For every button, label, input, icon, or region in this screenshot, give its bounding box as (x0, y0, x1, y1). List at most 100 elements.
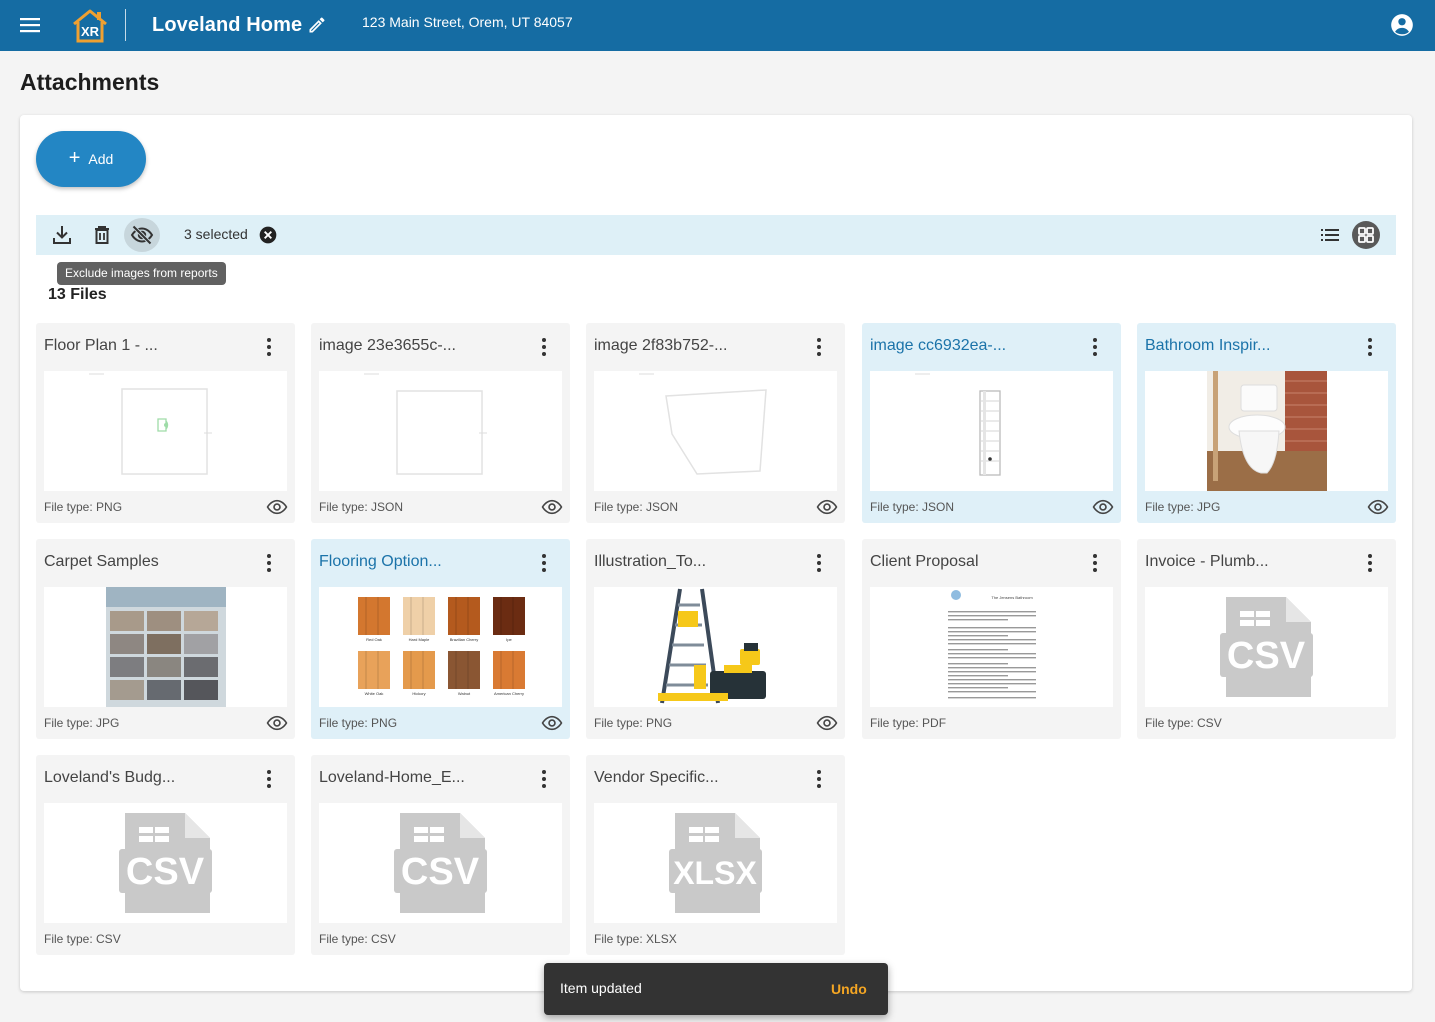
file-tile[interactable]: Client Proposal The Jensens Bathroom Fil… (862, 539, 1121, 739)
flooring-samples-thumbnail: Red Oak Hard Maple Brazilian Cherry Ipe … (358, 597, 525, 696)
file-thumbnail[interactable] (594, 371, 837, 491)
file-tile[interactable]: Loveland-Home_E... CSV File type: CSV (311, 755, 570, 955)
edit-icon[interactable] (307, 15, 327, 35)
more-vert-icon[interactable] (1083, 335, 1107, 359)
file-tile[interactable]: Floor Plan 1 - ... File type: PNG (36, 323, 295, 523)
file-thumbnail[interactable]: The Jensens Bathroom (870, 587, 1113, 707)
snackbar: Item updated Undo (544, 963, 888, 1015)
room-scan-thumbnail (915, 373, 1001, 476)
file-type-icon: CSV (1220, 597, 1313, 697)
file-type-text: File type: PNG (594, 716, 673, 730)
file-name[interactable]: Floor Plan 1 - ... (44, 337, 158, 355)
file-tile[interactable]: Invoice - Plumb... CSV File type: CSV (1137, 539, 1396, 739)
file-thumbnail[interactable]: XLSX (594, 803, 837, 923)
file-tile[interactable]: Carpet Samples File type: JPG (36, 539, 295, 739)
more-vert-icon[interactable] (257, 335, 281, 359)
eye-icon[interactable] (541, 498, 563, 516)
file-name[interactable]: Flooring Option... (319, 553, 442, 571)
more-vert-icon[interactable] (257, 551, 281, 575)
wood-sample-label: Hickory (412, 691, 425, 696)
eye-off-icon[interactable] (130, 223, 154, 247)
wood-sample-label: Walnut (458, 691, 471, 696)
file-type-text: File type: XLSX (594, 932, 677, 946)
file-type-label: CSV (1227, 635, 1306, 677)
file-count: 13 Files (48, 286, 107, 303)
eye-icon[interactable] (266, 498, 288, 516)
selection-toolbar: 3 selected (36, 215, 1396, 255)
file-tile[interactable]: image 2f83b752-... File type: JSON (586, 323, 845, 523)
more-vert-icon[interactable] (532, 335, 556, 359)
plus-icon: + (68, 147, 81, 169)
eye-icon[interactable] (266, 714, 288, 732)
file-thumbnail[interactable]: Red Oak Hard Maple Brazilian Cherry Ipe … (319, 587, 562, 707)
selection-count: 3 selected (184, 226, 248, 242)
file-thumbnail[interactable]: CSV (44, 803, 287, 923)
top-app-bar: XR Loveland Home 123 Main Street, Orem, … (0, 0, 1435, 51)
file-thumbnail[interactable] (1145, 371, 1388, 491)
file-tile[interactable]: Illustration_To... File type: PNG (586, 539, 845, 739)
file-name[interactable]: image 23e3655c-... (319, 337, 456, 355)
file-type-text: File type: JSON (594, 500, 679, 514)
file-type-icon: CSV (394, 813, 487, 913)
file-name[interactable]: Carpet Samples (44, 553, 159, 571)
file-thumbnail[interactable] (44, 587, 287, 707)
file-type-icon: CSV (119, 813, 212, 913)
project-address: 123 Main Street, Orem, UT 84057 (362, 14, 573, 30)
more-vert-icon[interactable] (532, 767, 556, 791)
grid-view-button[interactable] (1352, 221, 1380, 249)
list-view-icon[interactable] (1318, 223, 1342, 247)
file-thumbnail[interactable]: CSV (1145, 587, 1388, 707)
file-thumbnail[interactable] (870, 371, 1113, 491)
document-heading: The Jensens Bathroom (991, 595, 1033, 600)
add-button[interactable]: + Add (36, 131, 146, 187)
eye-icon[interactable] (1092, 498, 1114, 516)
file-name[interactable]: Illustration_To... (594, 553, 706, 571)
eye-icon[interactable] (816, 714, 838, 732)
file-type-text: File type: CSV (1145, 716, 1222, 730)
more-vert-icon[interactable] (807, 767, 831, 791)
more-vert-icon[interactable] (257, 767, 281, 791)
account-icon[interactable] (1389, 12, 1415, 38)
clear-selection-icon[interactable] (258, 225, 278, 245)
wood-sample-label: Red Oak (366, 637, 382, 642)
file-type-text: File type: CSV (319, 932, 396, 946)
page-title: Attachments (20, 69, 160, 95)
more-vert-icon[interactable] (1358, 551, 1382, 575)
file-thumbnail[interactable] (319, 371, 562, 491)
file-name[interactable]: Invoice - Plumb... (1145, 553, 1269, 571)
file-type-text: File type: PDF (870, 716, 947, 730)
delete-icon[interactable] (90, 223, 114, 247)
eye-icon[interactable] (816, 498, 838, 516)
file-name[interactable]: image cc6932ea-... (870, 337, 1006, 355)
more-vert-icon[interactable] (1083, 551, 1107, 575)
eye-icon[interactable] (1367, 498, 1389, 516)
file-tile[interactable]: image cc6932ea-... File type: JSON (862, 323, 1121, 523)
file-type-label: XLSX (673, 855, 757, 891)
eye-icon[interactable] (541, 714, 563, 732)
file-type-text: File type: JPG (44, 716, 120, 730)
room-scan-thumbnail (364, 373, 487, 475)
file-thumbnail[interactable]: CSV (319, 803, 562, 923)
file-name[interactable]: Bathroom Inspir... (1145, 337, 1270, 355)
file-name[interactable]: Vendor Specific... (594, 769, 719, 787)
exclude-images-tooltip: Exclude images from reports (57, 262, 226, 285)
file-name[interactable]: Loveland's Budg... (44, 769, 175, 787)
file-tile[interactable]: Bathroom Inspir... File type: JPG (1137, 323, 1396, 523)
file-tile[interactable]: Loveland's Budg... CSV File type: CSV (36, 755, 295, 955)
more-vert-icon[interactable] (532, 551, 556, 575)
more-vert-icon[interactable] (807, 551, 831, 575)
app-logo[interactable]: XR (70, 8, 110, 44)
file-name[interactable]: Loveland-Home_E... (319, 769, 465, 787)
undo-button[interactable]: Undo (831, 981, 867, 997)
file-name[interactable]: image 2f83b752-... (594, 337, 727, 355)
file-name[interactable]: Client Proposal (870, 553, 979, 571)
file-thumbnail[interactable] (594, 587, 837, 707)
file-tile[interactable]: image 23e3655c-... File type: JSON (311, 323, 570, 523)
more-vert-icon[interactable] (807, 335, 831, 359)
download-icon[interactable] (50, 223, 74, 247)
more-vert-icon[interactable] (1358, 335, 1382, 359)
file-tile[interactable]: Vendor Specific... XLSX File type: XLSX (586, 755, 845, 955)
file-thumbnail[interactable] (44, 371, 287, 491)
file-tile[interactable]: Flooring Option... Red Oak Hard Maple Br… (311, 539, 570, 739)
menu-icon[interactable] (18, 14, 42, 36)
